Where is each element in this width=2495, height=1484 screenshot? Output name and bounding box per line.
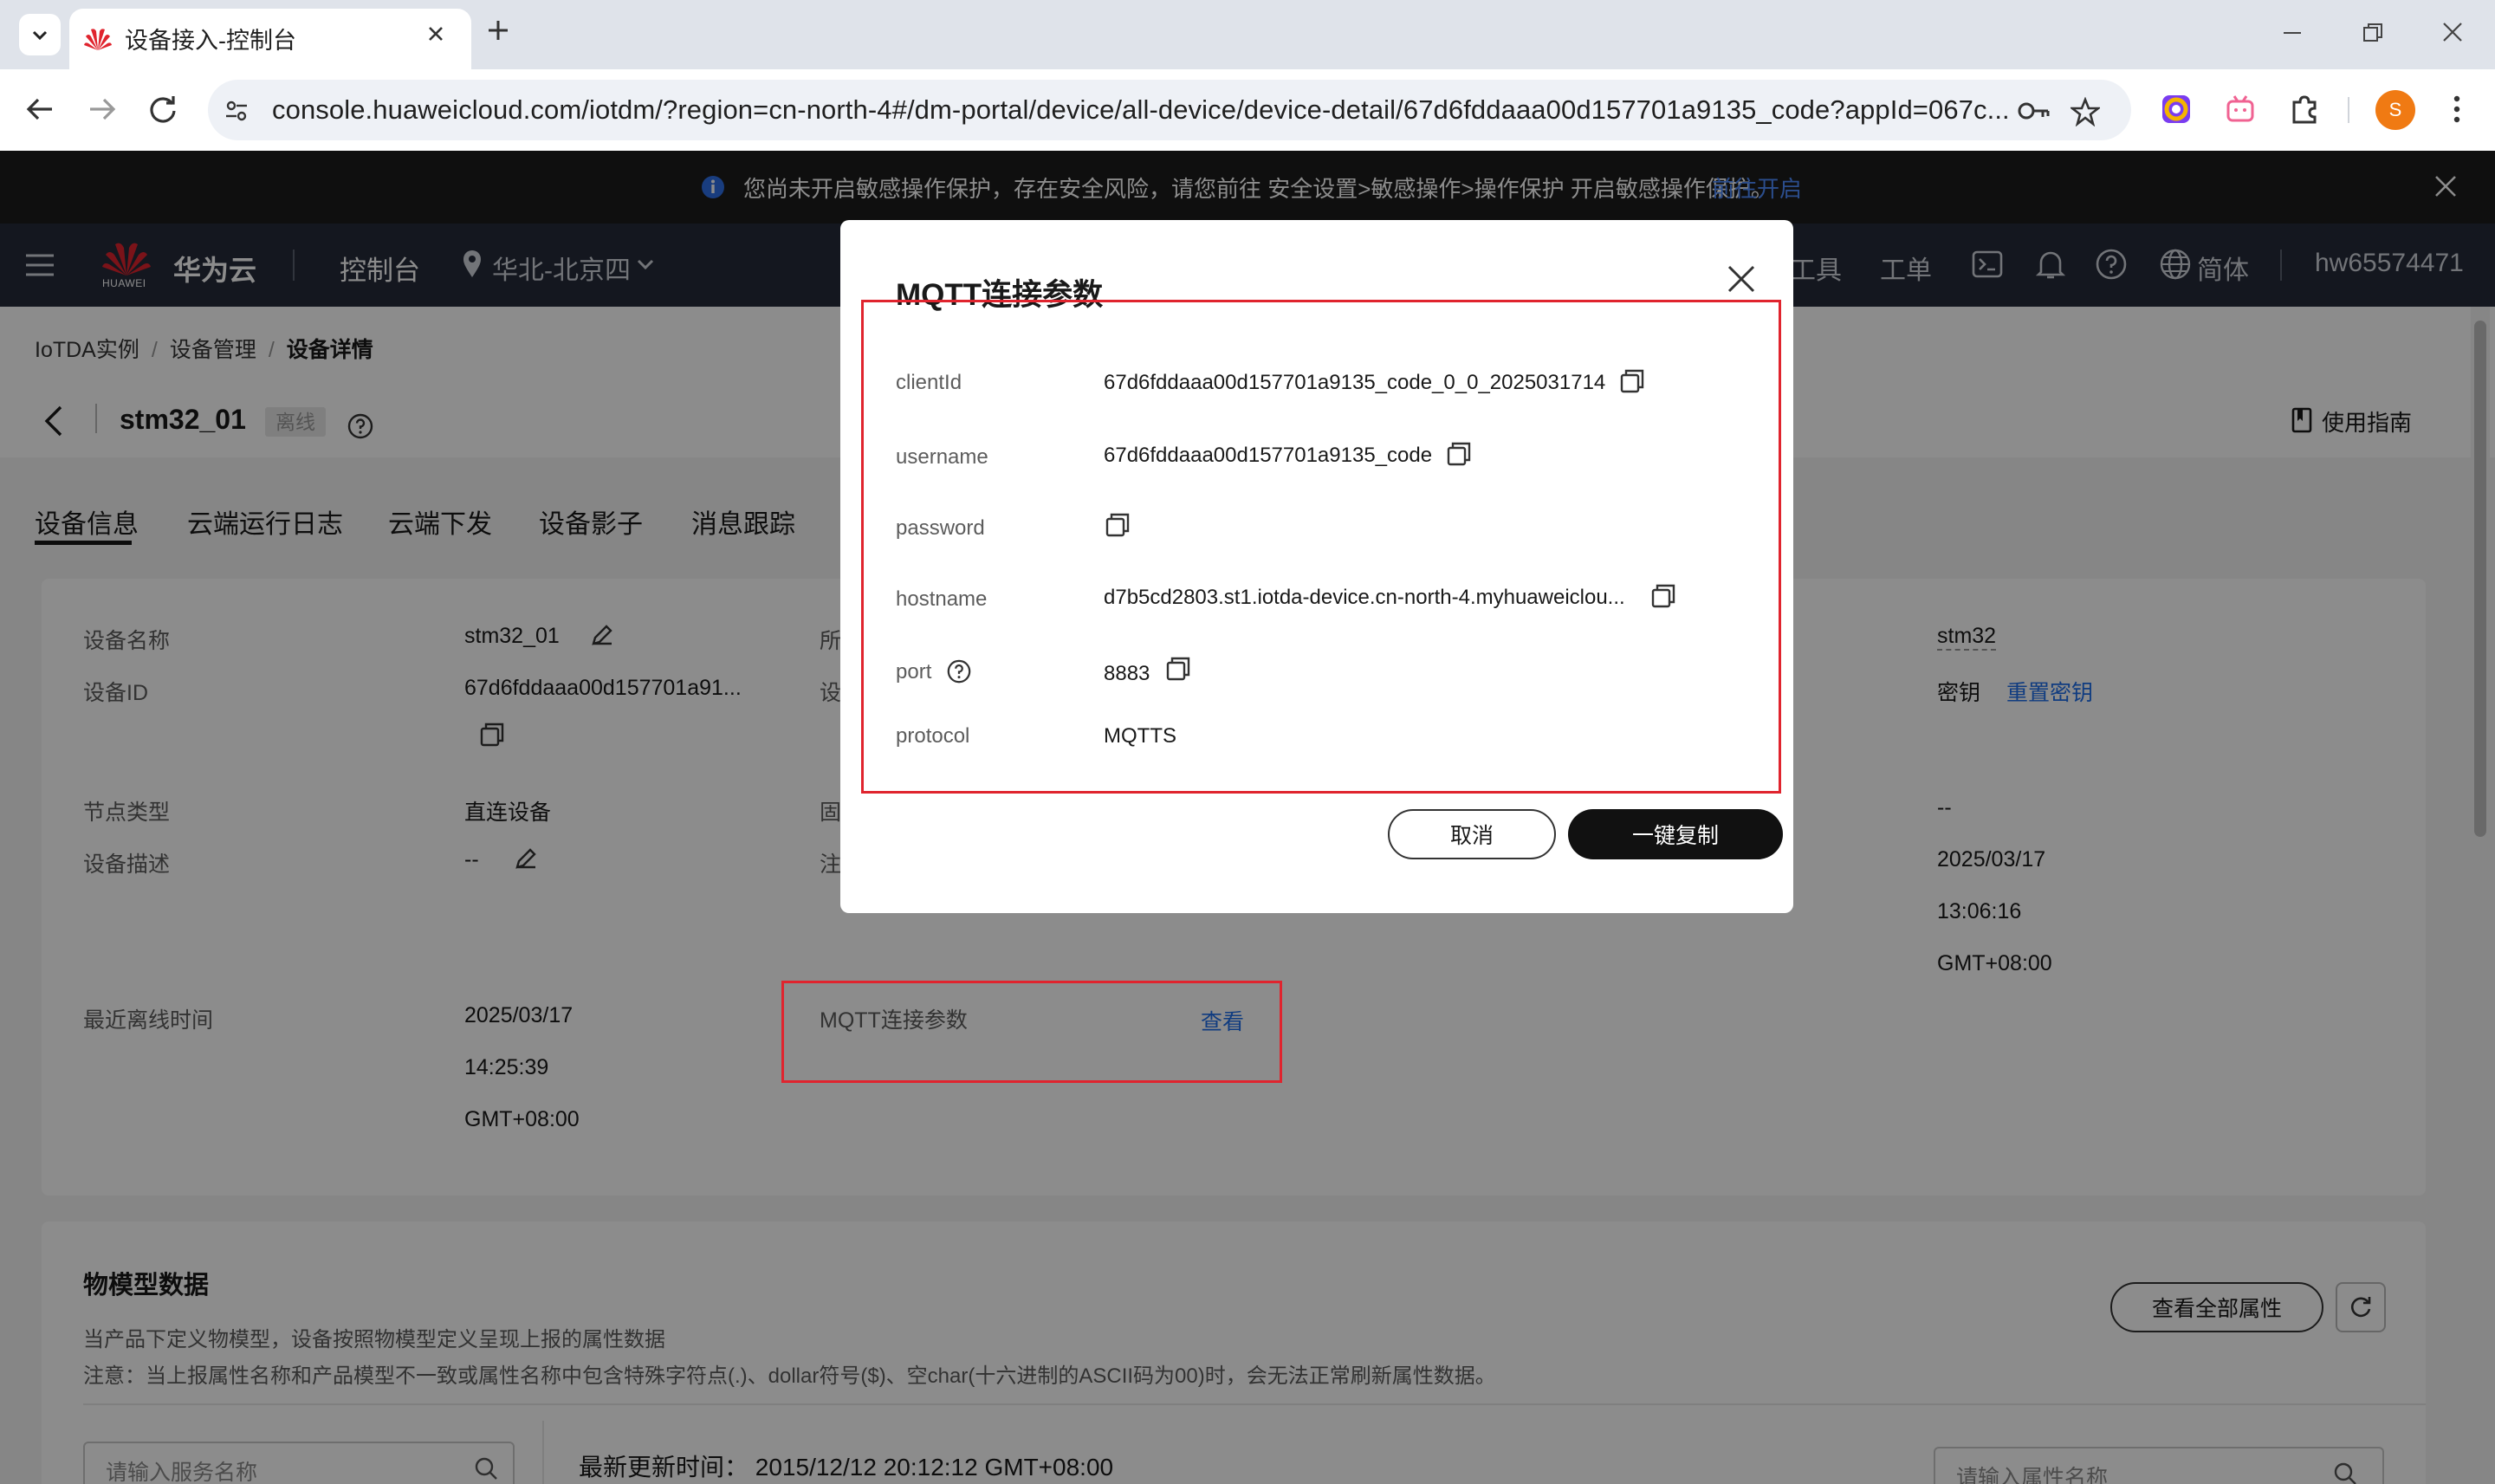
more-menu-icon[interactable] <box>2450 94 2464 125</box>
tab-title: 设备接入-控制台 <box>125 28 296 54</box>
huawei-favicon-icon <box>84 29 112 50</box>
url-text[interactable]: console.huaweicloud.com/iotdm/?region=cn… <box>272 94 2010 126</box>
params-highlight-box <box>861 300 1781 794</box>
extensions-puzzle-icon[interactable] <box>2289 94 2320 125</box>
password-key-icon[interactable] <box>2017 99 2051 123</box>
browser-tab[interactable]: 设备接入-控制台 <box>69 9 471 69</box>
profile-avatar[interactable]: S <box>2375 90 2415 130</box>
browser-tabstrip: 设备接入-控制台 <box>0 0 2495 69</box>
back-arrow-icon[interactable] <box>23 92 57 126</box>
forward-arrow-icon[interactable] <box>85 92 120 126</box>
cancel-button[interactable]: 取消 <box>1388 809 1556 859</box>
bookmark-star-icon[interactable] <box>2071 97 2100 126</box>
copy-all-button[interactable]: 一键复制 <box>1568 809 1783 859</box>
new-tab-plus-icon[interactable] <box>485 17 511 43</box>
reload-icon[interactable] <box>146 92 180 126</box>
color-picker-extension-icon[interactable] <box>2161 94 2192 125</box>
address-bar[interactable]: console.huaweicloud.com/iotdm/?region=cn… <box>208 80 2131 140</box>
site-info-tune-icon[interactable] <box>224 98 250 124</box>
toolbar-divider <box>2348 97 2349 123</box>
close-icon[interactable] <box>426 24 445 43</box>
window-restore-icon[interactable] <box>2361 21 2385 45</box>
close-icon[interactable] <box>1722 260 1760 298</box>
tab-search-button[interactable] <box>19 14 61 55</box>
window-close-icon[interactable] <box>2440 19 2466 45</box>
mqtt-row-highlight-box <box>781 981 1282 1083</box>
chevron-down-icon <box>32 30 48 41</box>
window-minimize-icon[interactable] <box>2280 21 2304 45</box>
bilibili-extension-icon[interactable] <box>2225 94 2256 125</box>
browser-toolbar: console.huaweicloud.com/iotdm/?region=cn… <box>0 69 2495 151</box>
